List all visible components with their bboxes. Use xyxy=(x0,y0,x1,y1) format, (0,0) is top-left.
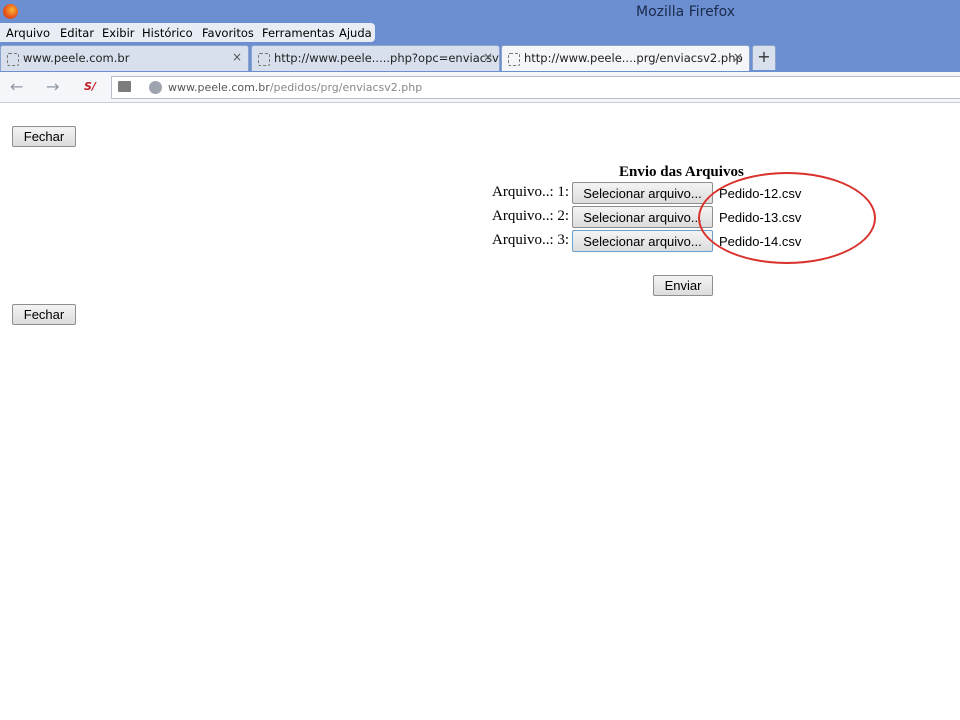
tab-close-icon[interactable]: × xyxy=(483,50,493,64)
menu-bar: Arquivo Editar Exibir Histórico Favorito… xyxy=(0,23,375,42)
forward-arrow-icon[interactable]: → xyxy=(46,77,59,96)
new-tab-button[interactable]: + xyxy=(752,45,776,70)
file-3-name: Pedido-14.csv xyxy=(719,234,802,249)
globe-icon xyxy=(149,81,162,94)
tab-close-icon[interactable]: × xyxy=(733,50,743,64)
menu-ajuda[interactable]: Ajuda xyxy=(339,26,372,40)
tab-close-icon[interactable]: × xyxy=(232,50,242,64)
address-bar[interactable]: www.peele.com.br/pedidos/prg/enviacsv2.p… xyxy=(111,76,960,99)
menu-historico[interactable]: Histórico xyxy=(142,26,193,40)
tab-bar: www.peele.com.br × http://www.peele.....… xyxy=(0,44,960,72)
tab-label: http://www.peele....prg/enviacsv2.php xyxy=(524,51,743,65)
page-heading: Envio das Arquivos xyxy=(619,164,744,180)
file-row-2-label: Arquivo..: 2: xyxy=(492,208,570,224)
window-title: Mozilla Firefox xyxy=(636,4,736,20)
submit-button[interactable]: Enviar xyxy=(653,275,713,296)
tab-peele-home[interactable]: www.peele.com.br × xyxy=(0,45,249,71)
menu-editar[interactable]: Editar xyxy=(60,26,94,40)
tab-enviacsv2[interactable]: http://www.peele....prg/enviacsv2.php × xyxy=(501,45,750,71)
page-favicon-icon xyxy=(508,53,520,66)
url-path: /pedidos/prg/enviacsv2.php xyxy=(269,81,423,94)
page-favicon-icon xyxy=(258,53,270,66)
select-file-2-button[interactable]: Selecionar arquivo... xyxy=(572,206,713,228)
menu-ferramentas[interactable]: Ferramentas xyxy=(262,26,334,40)
menu-exibir[interactable]: Exibir xyxy=(102,26,135,40)
close-button-bottom[interactable]: Fechar xyxy=(12,304,76,325)
close-button-top[interactable]: Fechar xyxy=(12,126,76,147)
select-file-1-button[interactable]: Selecionar arquivo... xyxy=(572,182,713,204)
select-file-3-button[interactable]: Selecionar arquivo... xyxy=(572,230,713,252)
file-1-name: Pedido-12.csv xyxy=(719,186,802,201)
file-2-name: Pedido-13.csv xyxy=(719,210,802,225)
tab-label: www.peele.com.br xyxy=(23,51,130,65)
file-row-1-label: Arquivo..: 1: xyxy=(492,184,570,200)
file-row-3-label: Arquivo..: 3: xyxy=(492,232,570,248)
firefox-logo-icon xyxy=(3,4,18,19)
tab-label: http://www.peele.....php?opc=enviacsv xyxy=(274,51,499,65)
page-favicon-icon xyxy=(7,53,19,66)
back-arrow-icon[interactable]: ← xyxy=(10,77,23,96)
url-host: www.peele.com.br xyxy=(168,81,270,94)
url-text[interactable]: www.peele.com.br/pedidos/prg/enviacsv2.p… xyxy=(168,81,422,94)
menu-arquivo[interactable]: Arquivo xyxy=(6,26,50,40)
tab-enviacsv[interactable]: http://www.peele.....php?opc=enviacsv × xyxy=(251,45,500,71)
si-addon-icon[interactable]: S/ xyxy=(84,80,99,94)
folder-icon[interactable] xyxy=(118,81,131,92)
menu-favoritos[interactable]: Favoritos xyxy=(202,26,254,40)
